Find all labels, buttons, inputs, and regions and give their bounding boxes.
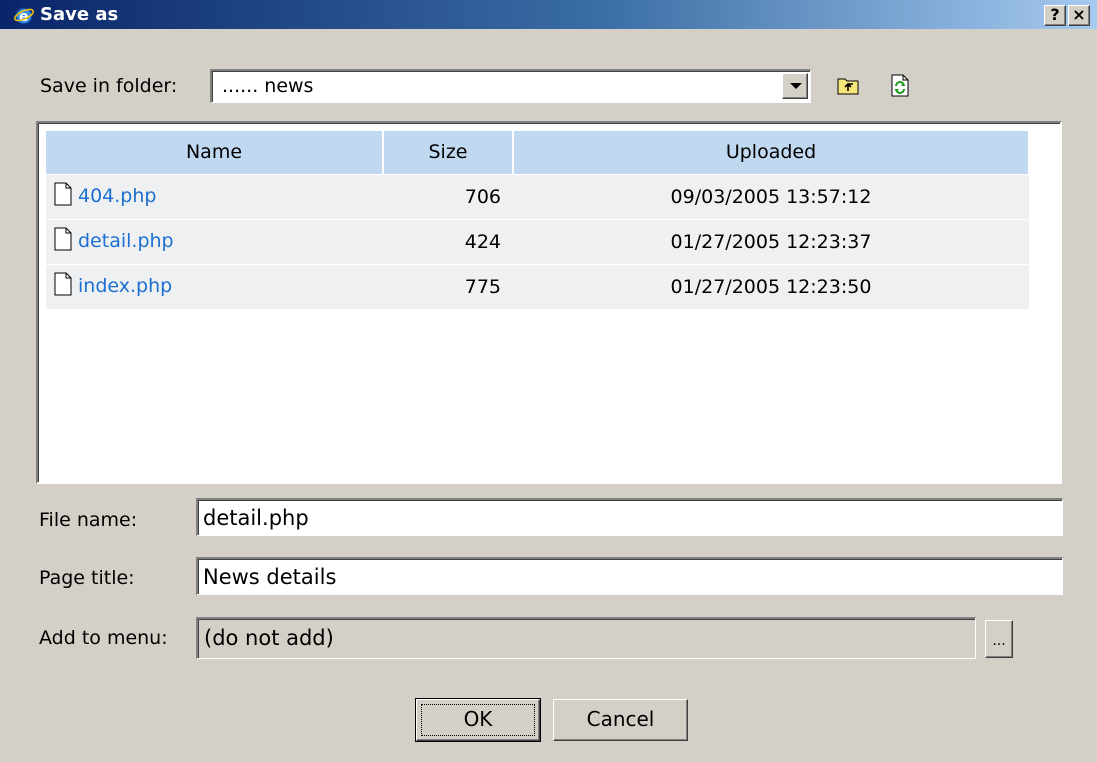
file-uploaded-cell: 09/03/2005 13:57:12: [513, 173, 1029, 219]
file-name-cell[interactable]: 404.php: [46, 173, 383, 219]
file-table: Name Size Uploaded 404.php 706 09/03/200…: [46, 131, 1030, 309]
file-size-cell: 706: [383, 173, 513, 219]
column-header-uploaded[interactable]: Uploaded: [513, 131, 1030, 174]
cancel-button[interactable]: Cancel: [553, 699, 688, 741]
file-size-cell: 424: [383, 218, 513, 264]
file-name-link[interactable]: detail.php: [78, 230, 174, 252]
file-name-label: File name:: [39, 509, 138, 531]
save-in-folder-label: Save in folder:: [40, 75, 178, 97]
file-uploaded-cell: 01/27/2005 12:23:50: [513, 263, 1029, 309]
file-name-link[interactable]: 404.php: [78, 185, 156, 207]
folder-select-value: ...... news: [222, 75, 314, 97]
table-row[interactable]: detail.php 424 01/27/2005 12:23:37: [46, 218, 1029, 264]
table-row[interactable]: 404.php 706 09/03/2005 13:57:12: [46, 173, 1029, 219]
folder-dropdown-button[interactable]: [782, 73, 808, 99]
file-uploaded-cell: 01/27/2005 12:23:37: [513, 218, 1029, 264]
document-icon: [54, 182, 72, 211]
document-icon: [54, 272, 72, 301]
file-name-link[interactable]: index.php: [78, 275, 172, 297]
folder-up-icon[interactable]: [836, 72, 860, 98]
menu-browse-button[interactable]: ...: [985, 620, 1013, 658]
add-to-menu-label: Add to menu:: [39, 627, 168, 649]
add-to-menu-select[interactable]: (do not add): [196, 617, 976, 659]
file-name-field[interactable]: [196, 498, 1063, 536]
help-button[interactable]: ?: [1044, 5, 1066, 26]
file-name-cell[interactable]: detail.php: [46, 218, 383, 264]
table-row[interactable]: index.php 775 01/27/2005 12:23:50: [46, 263, 1029, 309]
column-header-size[interactable]: Size: [383, 131, 514, 174]
window-title: Save as: [40, 4, 119, 25]
refresh-icon[interactable]: [888, 72, 912, 98]
file-list-pane[interactable]: Name Size Uploaded 404.php 706 09/03/200…: [36, 121, 1062, 484]
page-title-label: Page title:: [39, 567, 135, 589]
folder-select[interactable]: ...... news: [210, 69, 811, 103]
document-icon: [54, 227, 72, 256]
file-size-cell: 775: [383, 263, 513, 309]
close-button[interactable]: ×: [1068, 5, 1090, 26]
ok-button[interactable]: OK: [415, 698, 541, 742]
ie-logo-icon: e: [13, 4, 35, 26]
file-name-cell[interactable]: index.php: [46, 263, 383, 309]
title-bar: e Save as ? ×: [0, 0, 1097, 30]
column-header-name[interactable]: Name: [46, 131, 384, 174]
page-title-field[interactable]: [196, 557, 1063, 595]
